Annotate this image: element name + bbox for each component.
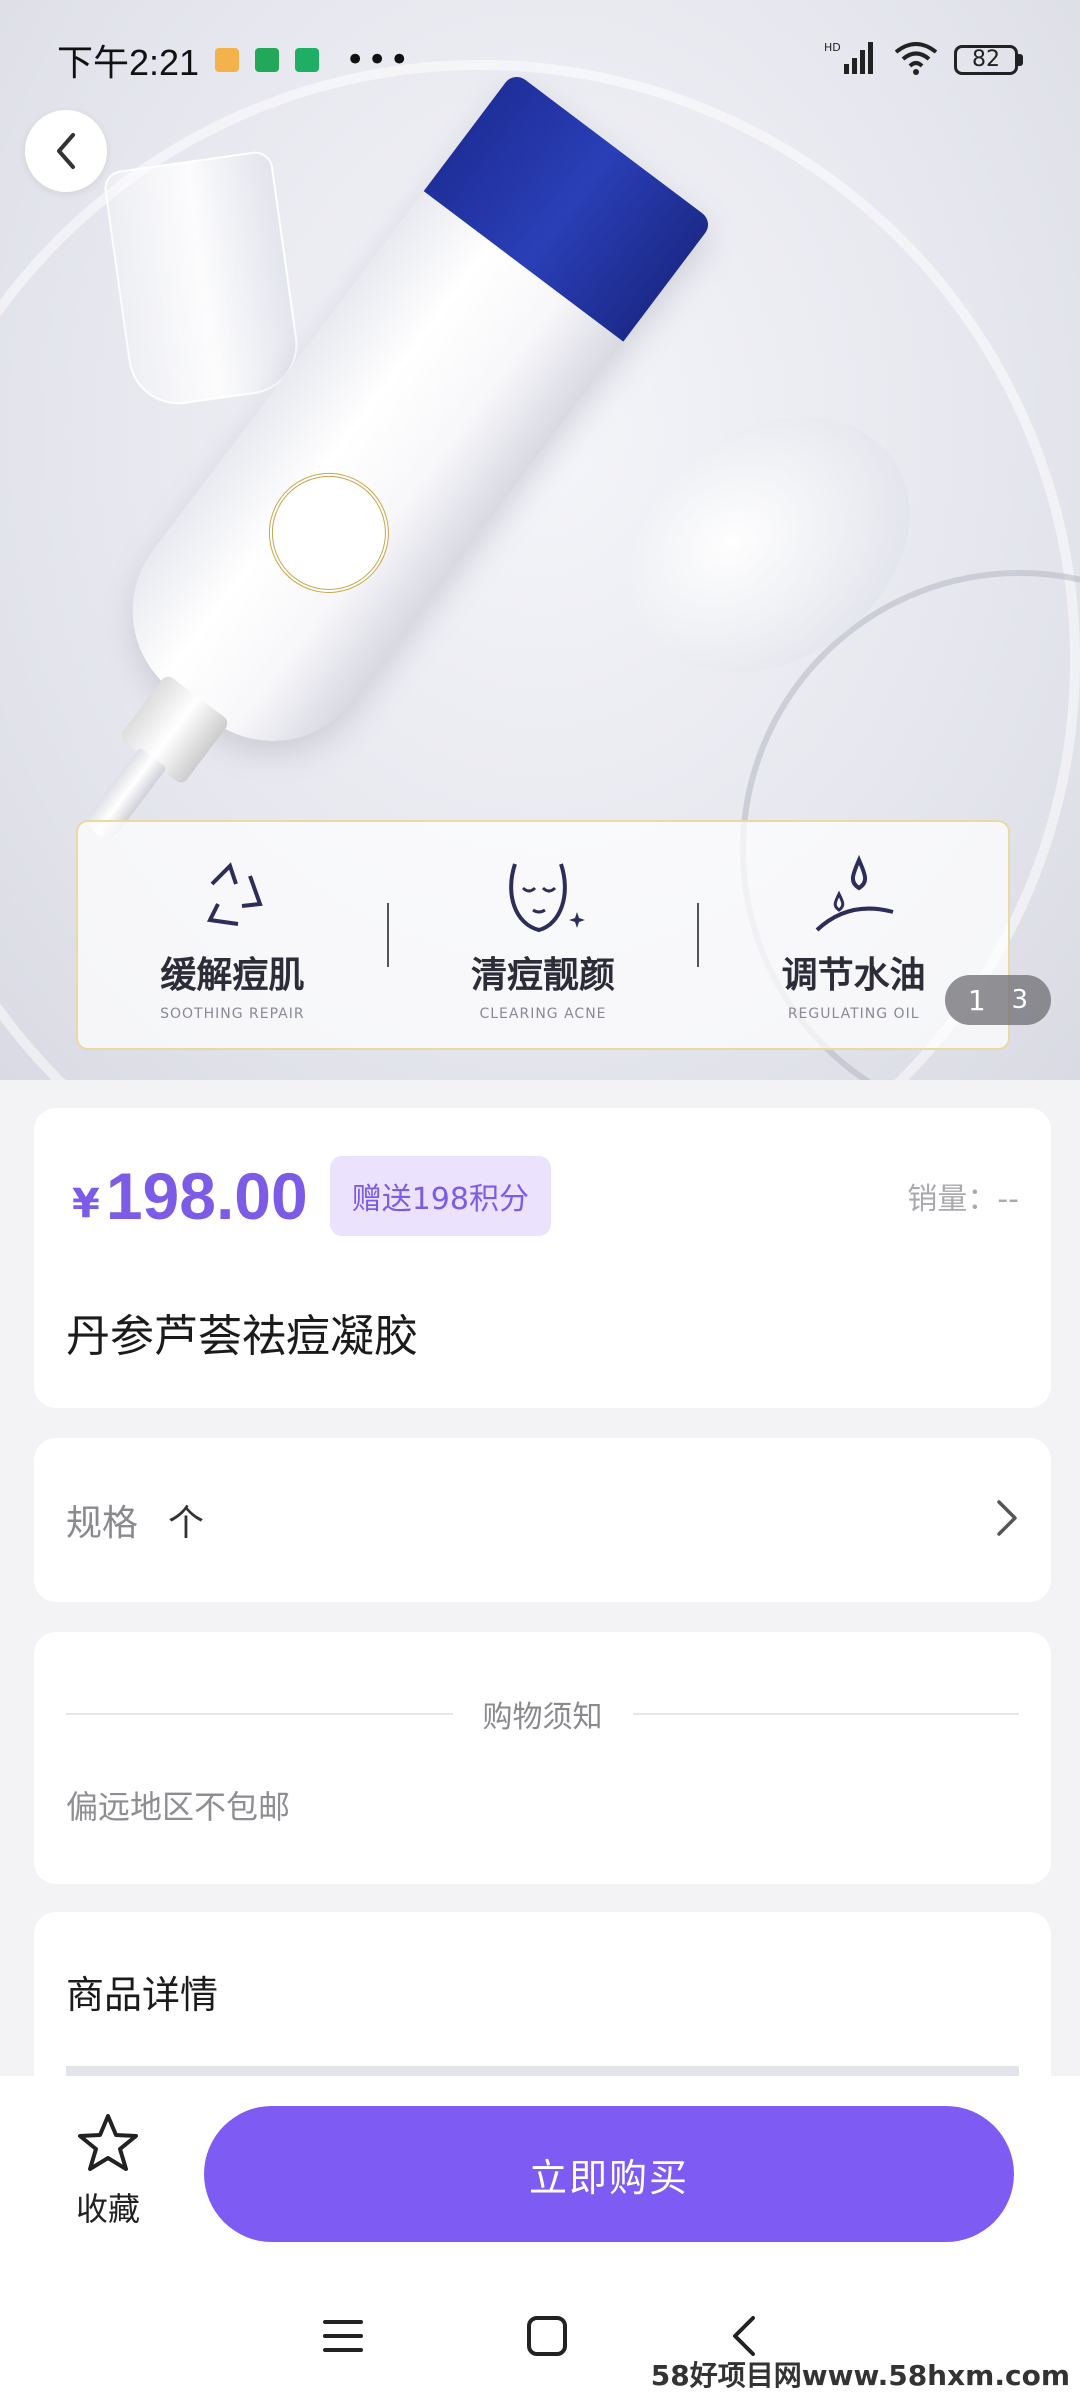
feature-title: 缓解痘肌 [160, 955, 305, 996]
feature-title: 调节水油 [781, 955, 926, 996]
star-icon [78, 2114, 138, 2171]
shopping-notice-card: 购物须知 偏远地区不包邮 [34, 1632, 1051, 1884]
pager-total: 3 [1011, 985, 1029, 1015]
feature-item: 清痘靓颜 CLEARING ACNE [389, 848, 698, 1022]
buy-now-button[interactable]: 立即购买 [204, 2106, 1014, 2242]
back-button[interactable] [25, 110, 107, 192]
menu-icon[interactable] [321, 2316, 365, 2360]
notice-text: 偏远地区不包邮 [66, 1788, 291, 1826]
product-title: 丹参芦荟祛痘凝胶 [66, 1311, 418, 1362]
detail-title: 商品详情 [66, 1973, 219, 2017]
spec-label: 规格 [66, 1503, 139, 1544]
spec-selector[interactable]: 规格 个 [34, 1438, 1051, 1602]
divider [66, 1713, 453, 1715]
pager-current: 1 [967, 983, 986, 1017]
signal-icon: HD [824, 40, 878, 80]
feature-subtitle: CLEARING ACNE [479, 1006, 607, 1022]
favorite-label: 收藏 [75, 2190, 140, 2228]
chevron-right-icon [995, 1498, 1019, 1542]
chevron-left-icon [57, 133, 75, 169]
recycle-arrows-icon [190, 848, 274, 938]
gift-points-badge: 赠送198积分 [329, 1156, 551, 1236]
feature-subtitle: REGULATING OIL [787, 1006, 920, 1022]
watermark-text: 58好项目网www.58hxm.com [650, 2359, 1070, 2392]
price: 198.00 [105, 1159, 308, 1233]
status-time: 下午2:21 [57, 42, 200, 83]
spec-value: 个 [168, 1503, 205, 1544]
divider [632, 1713, 1019, 1715]
battery-icon: 82 [954, 45, 1023, 75]
bottom-action-bar: 收藏 立即购买 58好项目网www.58hxm.com [0, 2076, 1080, 2400]
favorite-button[interactable]: 收藏 [60, 2112, 156, 2230]
notification-icon [215, 48, 240, 72]
water-drops-icon [809, 848, 899, 938]
feature-title: 清痘靓颜 [471, 955, 616, 996]
battery-level: 82 [954, 45, 1018, 75]
feature-subtitle: SOOTHING REPAIR [160, 1006, 305, 1022]
currency-symbol: ¥ [72, 1181, 100, 1227]
feature-item: 缓解痘肌 SOOTHING REPAIR [78, 848, 387, 1022]
feature-banner: 缓解痘肌 SOOTHING REPAIR 清痘靓颜 CLEARING ACNE [76, 820, 1010, 1050]
home-icon[interactable] [525, 2314, 569, 2362]
download-icon [295, 48, 320, 72]
app-notification-icon [255, 48, 280, 72]
notice-title: 购物须知 [482, 1700, 603, 1735]
status-bar: 下午2:21 ••• HD 82 [0, 0, 1080, 120]
glass-cup-image [102, 149, 304, 411]
price-card: ¥ 198.00 赠送198积分 销量：-- 丹参芦荟祛痘凝胶 [34, 1108, 1051, 1408]
face-sparkle-icon [495, 848, 591, 938]
wifi-icon [894, 40, 938, 80]
more-notifications-icon: ••• [345, 40, 412, 80]
product-image-carousel[interactable]: 缓解痘肌 SOOTHING REPAIR 清痘靓颜 CLEARING ACNE [0, 0, 1080, 1080]
svg-text:HD: HD [824, 41, 841, 54]
image-pager: 1 3 [945, 975, 1051, 1025]
sales-count: 销量：-- [907, 1182, 1019, 1217]
